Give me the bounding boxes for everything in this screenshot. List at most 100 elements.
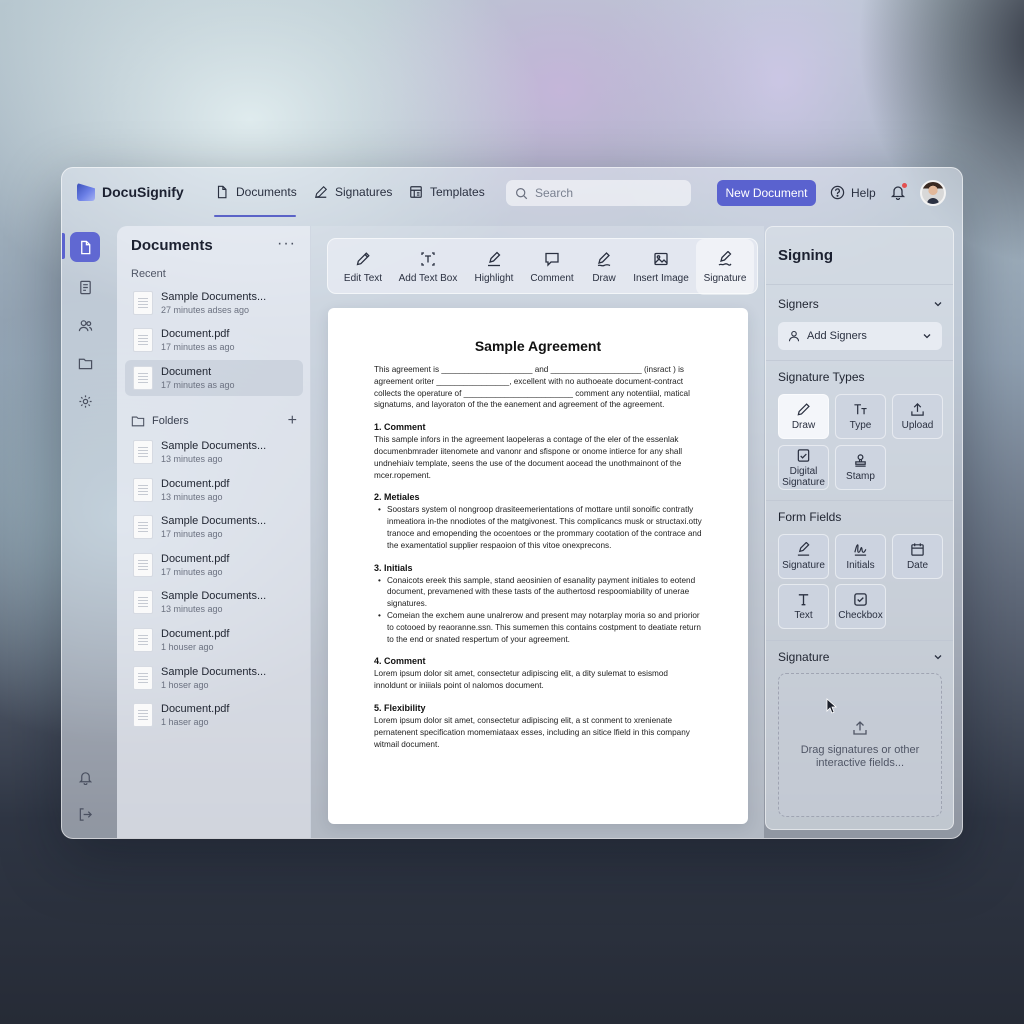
tool-draw[interactable]: Draw — [582, 239, 626, 295]
more-options-icon[interactable]: ··· — [277, 235, 296, 253]
signature-section-header[interactable]: Signature — [778, 650, 943, 664]
folder-document-item[interactable]: Sample Documents... 1 hoser ago — [125, 660, 303, 696]
document-name: Document.pdf — [161, 552, 230, 565]
file-text-icon — [79, 280, 91, 294]
document-thumbnail-icon — [133, 440, 153, 464]
document-icon — [217, 185, 227, 199]
app-logo[interactable]: DocuSignify — [77, 183, 184, 201]
folder-document-item[interactable]: Document.pdf 17 minutes ago — [125, 547, 303, 583]
form-field-checkbox[interactable]: Checkbox — [835, 584, 886, 629]
form-field-date[interactable]: Date — [892, 534, 943, 579]
divider — [766, 360, 953, 361]
pencil-icon — [356, 251, 370, 265]
edit-toolbar: Edit Text Add Text Box Highlight Comment… — [327, 238, 758, 295]
rail-contacts[interactable] — [70, 310, 100, 340]
document-time: 27 minutes adses ago — [161, 304, 250, 315]
signature-type-draw[interactable]: Draw — [778, 394, 829, 439]
document-name: Sample Documents... — [161, 665, 267, 678]
tool-label: Draw — [592, 272, 616, 284]
tab-templates[interactable]: Templates — [409, 185, 485, 199]
signature-type-stamp[interactable]: Stamp — [835, 445, 886, 490]
document-name: Sample Documents... — [161, 290, 267, 303]
tab-documents[interactable]: Documents — [215, 185, 297, 199]
notification-badge — [902, 183, 907, 188]
text-icon — [798, 594, 809, 606]
editor-area: Edit Text Add Text Box Highlight Comment… — [311, 226, 764, 838]
rail-documents[interactable] — [70, 232, 100, 262]
folder-document-item[interactable]: Document.pdf 1 houser ago — [125, 622, 303, 658]
image-icon — [654, 252, 668, 265]
rail-logout[interactable] — [70, 799, 100, 829]
template-icon — [410, 186, 422, 198]
tile-label: Draw — [791, 420, 816, 431]
folder-document-item[interactable]: Sample Documents... 17 minutes ago — [125, 509, 303, 545]
recent-document-item[interactable]: Document.pdf 17 minutes as ago — [125, 322, 303, 358]
search-placeholder: Search — [535, 186, 574, 200]
app-window: DocuSignify Documents Signatures Templat… — [61, 167, 963, 839]
tile-label: Signature — [782, 560, 825, 571]
stamp-icon — [855, 454, 866, 467]
section-list: Conaicots ereek this sample, stand aeosi… — [374, 575, 702, 646]
document-name: Sample Documents... — [161, 589, 267, 602]
tool-insert-image[interactable]: Insert Image — [630, 239, 692, 295]
rail-files[interactable] — [70, 272, 100, 302]
new-document-button[interactable]: New Document — [717, 180, 816, 206]
folders-header: Folders + — [131, 412, 297, 430]
settings-icon — [78, 394, 92, 408]
folder-document-item[interactable]: Sample Documents... 13 minutes ago — [125, 434, 303, 470]
tool-highlight[interactable]: Highlight — [466, 239, 522, 295]
signature-dropzone[interactable]: Drag signatures or other interactive fie… — [778, 673, 942, 817]
document-thumbnail-icon — [133, 515, 153, 539]
form-fields-label: Form Fields — [778, 510, 842, 524]
folders-label: Folders — [152, 415, 189, 427]
section-heading: 5. Flexibility — [374, 702, 426, 713]
add-signers-dropdown[interactable]: Add Signers — [778, 322, 942, 350]
tool-comment[interactable]: Comment — [526, 239, 578, 295]
signers-section-header[interactable]: Signers — [778, 297, 943, 311]
top-bar: DocuSignify Documents Signatures Templat… — [62, 168, 962, 218]
document-name: Document.pdf — [161, 327, 230, 340]
document-time: 1 houser ago — [161, 641, 214, 652]
document-intro: This agreement is ____________________ a… — [374, 365, 690, 410]
tool-label: Edit Text — [343, 272, 383, 284]
document-time: 17 minutes ago — [161, 566, 223, 577]
help-label: Help — [851, 185, 876, 200]
tool-edit-text[interactable]: Edit Text — [336, 239, 390, 295]
list-item: Conaicots ereek this sample, stand aeosi… — [374, 575, 702, 610]
folder-document-item[interactable]: Document.pdf 13 minutes ago — [125, 472, 303, 508]
add-folder-button[interactable]: + — [288, 412, 297, 430]
tile-label: Stamp — [846, 471, 875, 482]
form-field-text[interactable]: Text — [778, 584, 829, 629]
recent-document-item-selected[interactable]: Document 17 minutes as ago — [125, 360, 303, 396]
rail-active-indicator — [62, 233, 65, 259]
highlight-icon — [488, 251, 501, 266]
signature-type-upload[interactable]: Upload — [892, 394, 943, 439]
form-field-initials[interactable]: Initials — [835, 534, 886, 579]
rail-settings[interactable] — [70, 386, 100, 416]
signature-type-digital[interactable]: Digital Signature — [778, 445, 829, 490]
active-tab-indicator — [214, 215, 296, 217]
document-title: Sample Agreement — [474, 338, 602, 354]
document-name: Document — [161, 365, 212, 378]
help-button[interactable]: Help — [830, 185, 876, 200]
pen-icon — [314, 185, 328, 199]
folder-document-item[interactable]: Sample Documents... 13 minutes ago — [125, 584, 303, 620]
user-avatar[interactable] — [920, 180, 946, 206]
folder-document-item[interactable]: Document.pdf 1 haser ago — [125, 697, 303, 733]
document-time: 13 minutes ago — [161, 603, 223, 614]
search-input[interactable]: Search — [506, 180, 691, 206]
document-page[interactable]: Sample Agreement This agreement is _____… — [328, 308, 748, 824]
rail-folders[interactable] — [70, 348, 100, 378]
signature-type-type[interactable]: Type — [835, 394, 886, 439]
tool-add-text-box[interactable]: Add Text Box — [394, 239, 462, 295]
tool-signature[interactable]: Signature — [696, 239, 754, 295]
left-rail — [62, 226, 109, 838]
rail-notifications[interactable] — [70, 762, 100, 792]
chevron-down-icon — [934, 302, 942, 307]
tab-signatures[interactable]: Signatures — [314, 185, 392, 199]
recent-document-item[interactable]: Sample Documents... 27 minutes adses ago — [125, 285, 303, 321]
document-time: 13 minutes ago — [161, 453, 223, 464]
upload-icon — [853, 721, 867, 735]
form-field-signature[interactable]: Signature — [778, 534, 829, 579]
signers-label: Signers — [778, 297, 819, 311]
